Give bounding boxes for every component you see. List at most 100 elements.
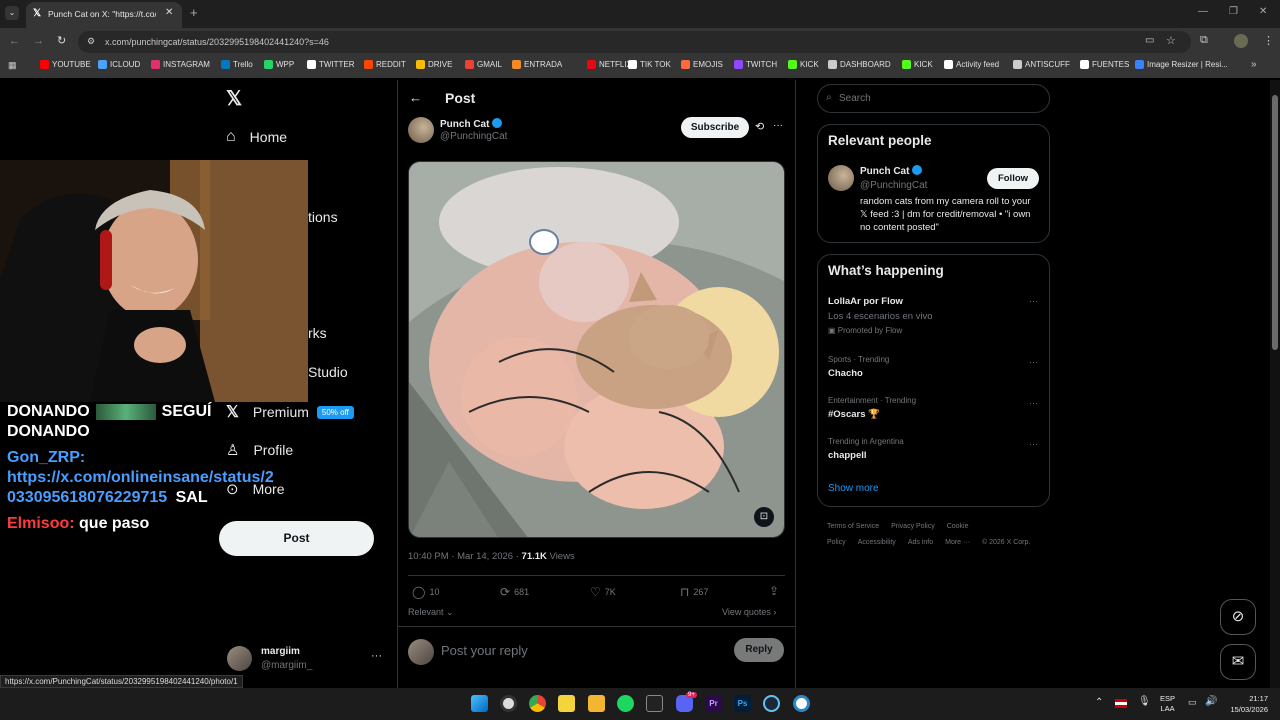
post-media-image[interactable]: ⊡ <box>408 161 785 538</box>
nav-notifications-partial[interactable]: tions <box>308 209 338 225</box>
cast-icon[interactable]: ▭ <box>1145 35 1154 46</box>
nav-bookmarks-partial[interactable]: rks <box>308 325 327 341</box>
search-input[interactable]: Search <box>839 93 871 104</box>
spotify-app-icon[interactable] <box>617 695 634 712</box>
forward-icon[interactable]: → <box>33 35 44 47</box>
bookmark-item[interactable]: EMOJIS <box>681 60 723 69</box>
steam-app-icon[interactable] <box>763 695 780 712</box>
profile-avatar-icon[interactable] <box>1234 34 1248 48</box>
premiere-app-icon[interactable]: Pr <box>705 695 722 712</box>
bookmark-item[interactable]: Image Resizer | Resi... <box>1135 60 1228 69</box>
bookmark-item[interactable]: KICK <box>788 60 819 69</box>
reload-icon[interactable]: ↻ <box>57 34 66 47</box>
bookmark-item[interactable]: INSTAGRAM <box>151 60 210 69</box>
footer-link[interactable]: More ··· <box>945 539 970 546</box>
sticky-notes-app-icon[interactable] <box>558 695 575 712</box>
bookmark-item[interactable]: NETFLIX <box>587 60 632 69</box>
reply-button[interactable]: Reply <box>734 638 784 662</box>
obs-app-icon[interactable] <box>500 695 517 712</box>
account-switcher[interactable]: margiim @margiim_ ··· <box>227 644 387 674</box>
repost-action[interactable]: ⟳ 681 <box>500 585 529 599</box>
trend-more-icon[interactable]: ··· <box>1029 398 1038 408</box>
trend-item[interactable]: Entertainment · Trending #Oscars 🏆 ··· <box>828 396 1040 426</box>
photoshop-app-icon[interactable]: Ps <box>734 695 751 712</box>
bookmark-item[interactable]: TIK TOK <box>628 60 671 69</box>
show-more-link[interactable]: Show more <box>828 483 879 494</box>
subscribe-button[interactable]: Subscribe <box>681 117 749 138</box>
bookmark-item[interactable]: KICK <box>902 60 933 69</box>
tab-search-button[interactable]: ⌄ <box>5 6 19 20</box>
input-language[interactable]: ESP LAA <box>1160 694 1175 714</box>
system-clock[interactable]: 21:17 15/03/2026 <box>1224 693 1268 715</box>
bookmark-item[interactable]: Activity feed <box>944 60 999 69</box>
reply-sort-dropdown[interactable]: Relevant ⌄ <box>408 607 454 618</box>
footer-link[interactable]: Accessibility <box>858 539 896 546</box>
nav-studio-partial[interactable]: Studio <box>308 364 348 380</box>
network-icon[interactable]: ▭ <box>1188 697 1197 708</box>
bookmark-item[interactable]: ANTISCUFF <box>1013 60 1070 69</box>
bookmark-item[interactable]: ICLOUD <box>98 60 140 69</box>
bookmark-item[interactable]: ENTRADA <box>512 60 562 69</box>
ccleaner-app-icon[interactable] <box>793 695 810 712</box>
nav-home[interactable]: ⌂ Home <box>226 128 287 146</box>
post-more-icon[interactable]: ··· <box>773 120 783 131</box>
bookmark-star-icon[interactable]: ☆ <box>1166 34 1176 47</box>
bookmark-item[interactable]: REDDIT <box>364 60 406 69</box>
tray-flag-icon[interactable] <box>1115 699 1127 708</box>
site-info-icon[interactable]: ⚙ <box>87 36 95 47</box>
back-icon[interactable]: ← <box>9 35 20 47</box>
view-quotes-link[interactable]: View quotes › <box>722 607 776 617</box>
tab-close-icon[interactable]: ✕ <box>165 7 173 18</box>
close-window-icon[interactable]: ✕ <box>1259 6 1267 17</box>
media-sensitive-icon[interactable]: ⊡ <box>754 507 774 527</box>
apps-grid-icon[interactable]: ▦ <box>8 60 17 71</box>
bookmark-item[interactable]: YOUTUBE <box>40 60 91 69</box>
file-explorer-app-icon[interactable] <box>588 695 605 712</box>
microphone-icon[interactable]: 🎙 <box>1138 696 1151 707</box>
bookmark-item[interactable]: DASHBOARD <box>828 60 891 69</box>
footer-link[interactable]: Terms of Service <box>827 523 879 530</box>
scrollbar-thumb[interactable] <box>1272 95 1278 350</box>
footer-link[interactable]: Ads info <box>908 539 933 546</box>
windows-start-icon[interactable] <box>471 695 488 712</box>
minimize-icon[interactable]: — <box>1198 6 1208 17</box>
bookmark-item[interactable]: TWITTER <box>307 60 355 69</box>
maximize-icon[interactable]: ❐ <box>1229 6 1238 17</box>
new-tab-button[interactable]: + <box>190 5 198 20</box>
messages-floating-button[interactable]: ✉ <box>1220 644 1256 680</box>
bookmark-item[interactable]: WPP <box>264 60 294 69</box>
browser-menu-icon[interactable]: ⋮ <box>1263 34 1274 47</box>
grok-floating-button[interactable]: ⊘ <box>1220 599 1256 635</box>
bookmark-item[interactable]: FUENTES <box>1080 60 1129 69</box>
capcut-app-icon[interactable] <box>646 695 663 712</box>
trend-more-icon[interactable]: ··· <box>1029 357 1038 367</box>
bookmark-item[interactable]: DRIVE <box>416 60 452 69</box>
trend-more-icon[interactable]: ··· <box>1029 439 1038 449</box>
account-more-icon[interactable]: ··· <box>371 650 382 662</box>
x-home-logo-icon[interactable]: 𝕏 <box>226 86 242 111</box>
footer-link[interactable]: © 2026 X Corp. <box>982 539 1030 546</box>
share-icon[interactable]: ⇪ <box>769 584 779 598</box>
like-action[interactable]: ♡ 7K <box>590 585 616 599</box>
trend-more-icon[interactable]: ··· <box>1029 296 1038 306</box>
nav-premium[interactable]: 𝕏 Premium 50% off <box>226 402 354 422</box>
author-avatar[interactable] <box>408 117 434 143</box>
trend-item[interactable]: Sports · Trending Chacho ··· <box>828 355 1040 385</box>
trend-item[interactable]: LollaAr por Flow Los 4 escenarios en viv… <box>828 296 1040 340</box>
trend-item[interactable]: Trending in Argentina chappell ··· <box>828 437 1040 467</box>
tray-overflow-icon[interactable]: ⌃ <box>1095 697 1103 708</box>
bookmark-item[interactable]: TWITCH <box>734 60 777 69</box>
nav-profile[interactable]: ♙ Profile <box>226 441 293 459</box>
footer-link[interactable]: Privacy Policy <box>891 523 935 530</box>
bookmark-item[interactable]: Trello <box>221 60 253 69</box>
bookmark-action[interactable]: ⊓ 267 <box>680 585 708 599</box>
author-name-row[interactable]: Punch Cat <box>440 118 503 130</box>
person-name-row[interactable]: Punch Cat <box>860 165 923 177</box>
bookmark-item[interactable]: GMAIL <box>465 60 502 69</box>
chrome-app-icon[interactable] <box>529 695 546 712</box>
reply-input[interactable]: Post your reply <box>441 643 721 658</box>
person-avatar[interactable] <box>828 165 854 191</box>
volume-icon[interactable]: 🔊 <box>1205 696 1217 707</box>
post-button[interactable]: Post <box>219 521 374 556</box>
reply-action[interactable]: ◯ 10 <box>412 585 439 599</box>
